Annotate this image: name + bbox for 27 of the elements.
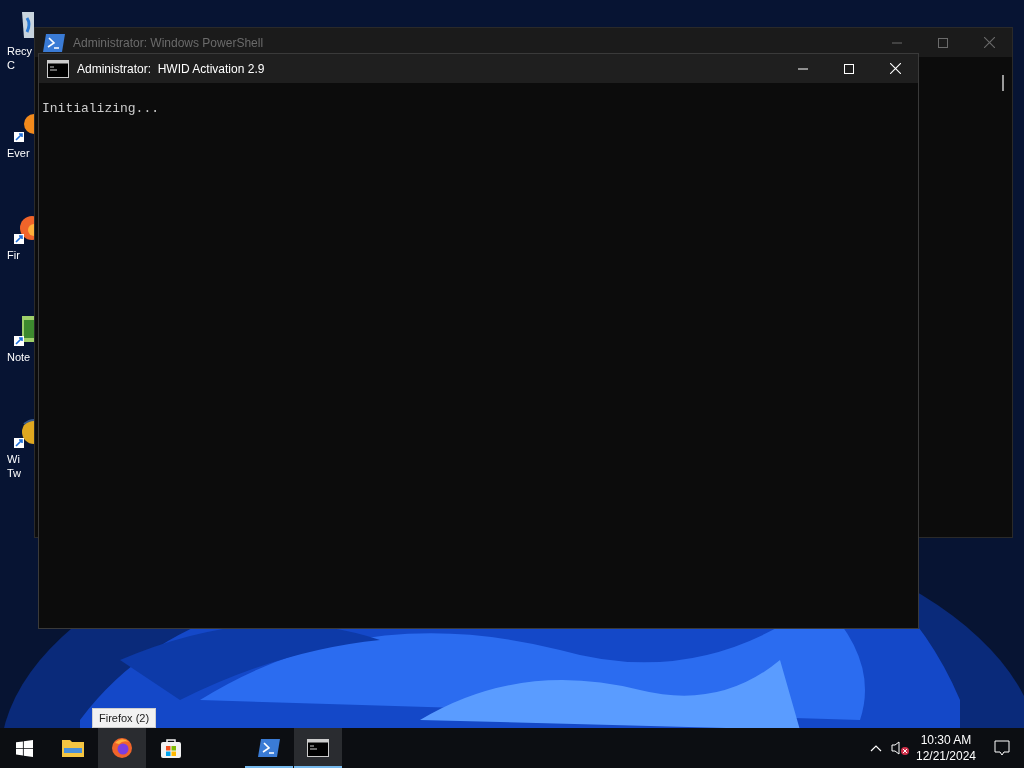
tooltip: Firefox (2) [92, 708, 157, 728]
taskbar-button[interactable] [294, 728, 342, 768]
icon-label: Wi [7, 452, 20, 466]
terminal-prompt-icon [43, 33, 65, 52]
window-title: Administrator: HWID Activation 2.9 [77, 60, 266, 78]
clock[interactable]: 10:30 AM 12/21/2024 [912, 728, 980, 768]
console-icon [47, 59, 69, 78]
icon-label: Fir [7, 248, 20, 262]
icon-label: Note [7, 350, 31, 364]
icon-label: C [7, 58, 15, 72]
fox-icon [111, 737, 133, 759]
icon-label: Ever [7, 146, 30, 160]
console-icon [307, 739, 329, 757]
console-line: Initializing... [42, 100, 161, 118]
windows-logo-icon [15, 739, 33, 757]
close-icon [889, 63, 901, 74]
maximize-icon [844, 63, 854, 74]
shortcut-icon[interactable] [14, 416, 34, 448]
close-icon [983, 37, 995, 48]
scrollbar-thumb[interactable] [1002, 75, 1004, 91]
maximize-icon [938, 37, 948, 48]
terminal-prompt-icon [258, 739, 280, 757]
shopping-bag-icon [160, 737, 182, 759]
window-title: Administrator: Windows PowerShell [73, 34, 265, 52]
icon-label: Tw [7, 466, 22, 480]
icon-label: Recy [7, 44, 33, 58]
folder-icon [62, 739, 84, 757]
